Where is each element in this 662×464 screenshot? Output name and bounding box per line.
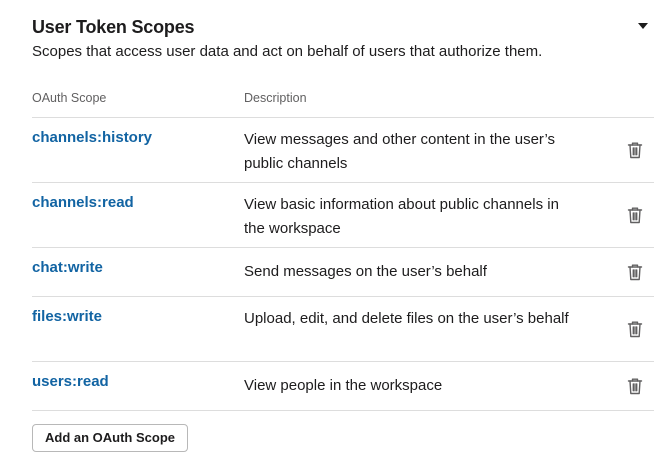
scope-link[interactable]: chat:write — [32, 258, 103, 278]
table-row: channels:read View basic information abo… — [32, 183, 654, 248]
scope-link[interactable]: channels:read — [32, 193, 134, 213]
scope-description: View messages and other content in the u… — [244, 131, 556, 172]
trash-icon[interactable] — [626, 140, 644, 160]
scope-link[interactable]: files:write — [32, 307, 102, 327]
scope-link[interactable]: users:read — [32, 372, 109, 392]
section-title: User Token Scopes — [32, 17, 195, 37]
user-token-scopes-panel: User Token Scopes Scopes that access use… — [0, 0, 662, 464]
trash-icon[interactable] — [626, 262, 644, 282]
table-row: chat:write Send messages on the user’s b… — [32, 248, 654, 297]
scope-description: View people in the workspace — [244, 377, 443, 394]
header-description: Description — [244, 91, 307, 105]
trash-icon[interactable] — [626, 376, 644, 396]
scope-description: Send messages on the user’s behalf — [244, 263, 487, 280]
scopes-table: OAuth Scope Description channels:history… — [32, 84, 654, 411]
table-row: channels:history View messages and other… — [32, 118, 654, 183]
header-oauth-scope: OAuth Scope — [32, 91, 107, 105]
scope-description: Upload, edit, and delete files on the us… — [244, 310, 569, 327]
table-row: files:write Upload, edit, and delete fil… — [32, 297, 654, 362]
trash-icon[interactable] — [626, 205, 644, 225]
trash-icon[interactable] — [626, 319, 644, 339]
scope-link[interactable]: channels:history — [32, 128, 152, 148]
add-oauth-scope-button[interactable]: Add an OAuth Scope — [32, 424, 188, 452]
caret-down-icon[interactable] — [636, 20, 650, 32]
scope-description: View basic information about public chan… — [244, 196, 559, 237]
table-row: users:read View people in the workspace — [32, 362, 654, 411]
section-description: Scopes that access user data and act on … — [32, 43, 543, 60]
table-header: OAuth Scope Description — [32, 84, 654, 118]
